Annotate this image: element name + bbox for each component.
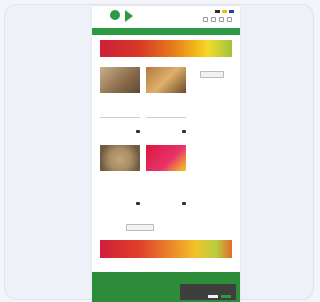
menu-icon[interactable]	[227, 17, 232, 22]
site-header	[92, 6, 240, 28]
hero-banner	[100, 40, 232, 57]
sidebar-button[interactable]	[200, 71, 224, 78]
bottom-banner	[100, 240, 232, 258]
load-more-button[interactable]	[126, 224, 154, 231]
arrow-right-icon[interactable]	[182, 130, 186, 133]
arrow-right-icon[interactable]	[136, 202, 140, 205]
flag-icon[interactable]	[229, 10, 234, 13]
flag-icon[interactable]	[222, 10, 227, 13]
article-image[interactable]	[146, 145, 186, 171]
article-image[interactable]	[146, 67, 186, 93]
site-logo[interactable]	[97, 9, 121, 24]
arrow-right-icon[interactable]	[182, 202, 186, 205]
cookie-notice	[180, 284, 236, 300]
arrow-right-icon[interactable]	[136, 130, 140, 133]
cookie-accept-button[interactable]	[208, 295, 218, 298]
sidebar-widget	[194, 67, 230, 78]
search-icon[interactable]	[203, 17, 208, 22]
article-image[interactable]	[100, 145, 140, 171]
article-grid	[92, 57, 240, 207]
website-page	[92, 6, 240, 302]
play-logo-icon	[125, 10, 133, 22]
flag-icon[interactable]	[215, 10, 220, 13]
language-flags	[215, 10, 234, 13]
logo-mark-icon	[110, 10, 120, 20]
divider	[146, 117, 186, 118]
social-icon[interactable]	[219, 17, 224, 22]
divider	[100, 117, 140, 118]
main-nav	[92, 28, 240, 35]
header-tools	[203, 17, 232, 22]
site-footer	[92, 272, 240, 302]
article-image[interactable]	[100, 67, 140, 93]
cookie-decline-button[interactable]	[221, 295, 231, 298]
user-icon[interactable]	[211, 17, 216, 22]
